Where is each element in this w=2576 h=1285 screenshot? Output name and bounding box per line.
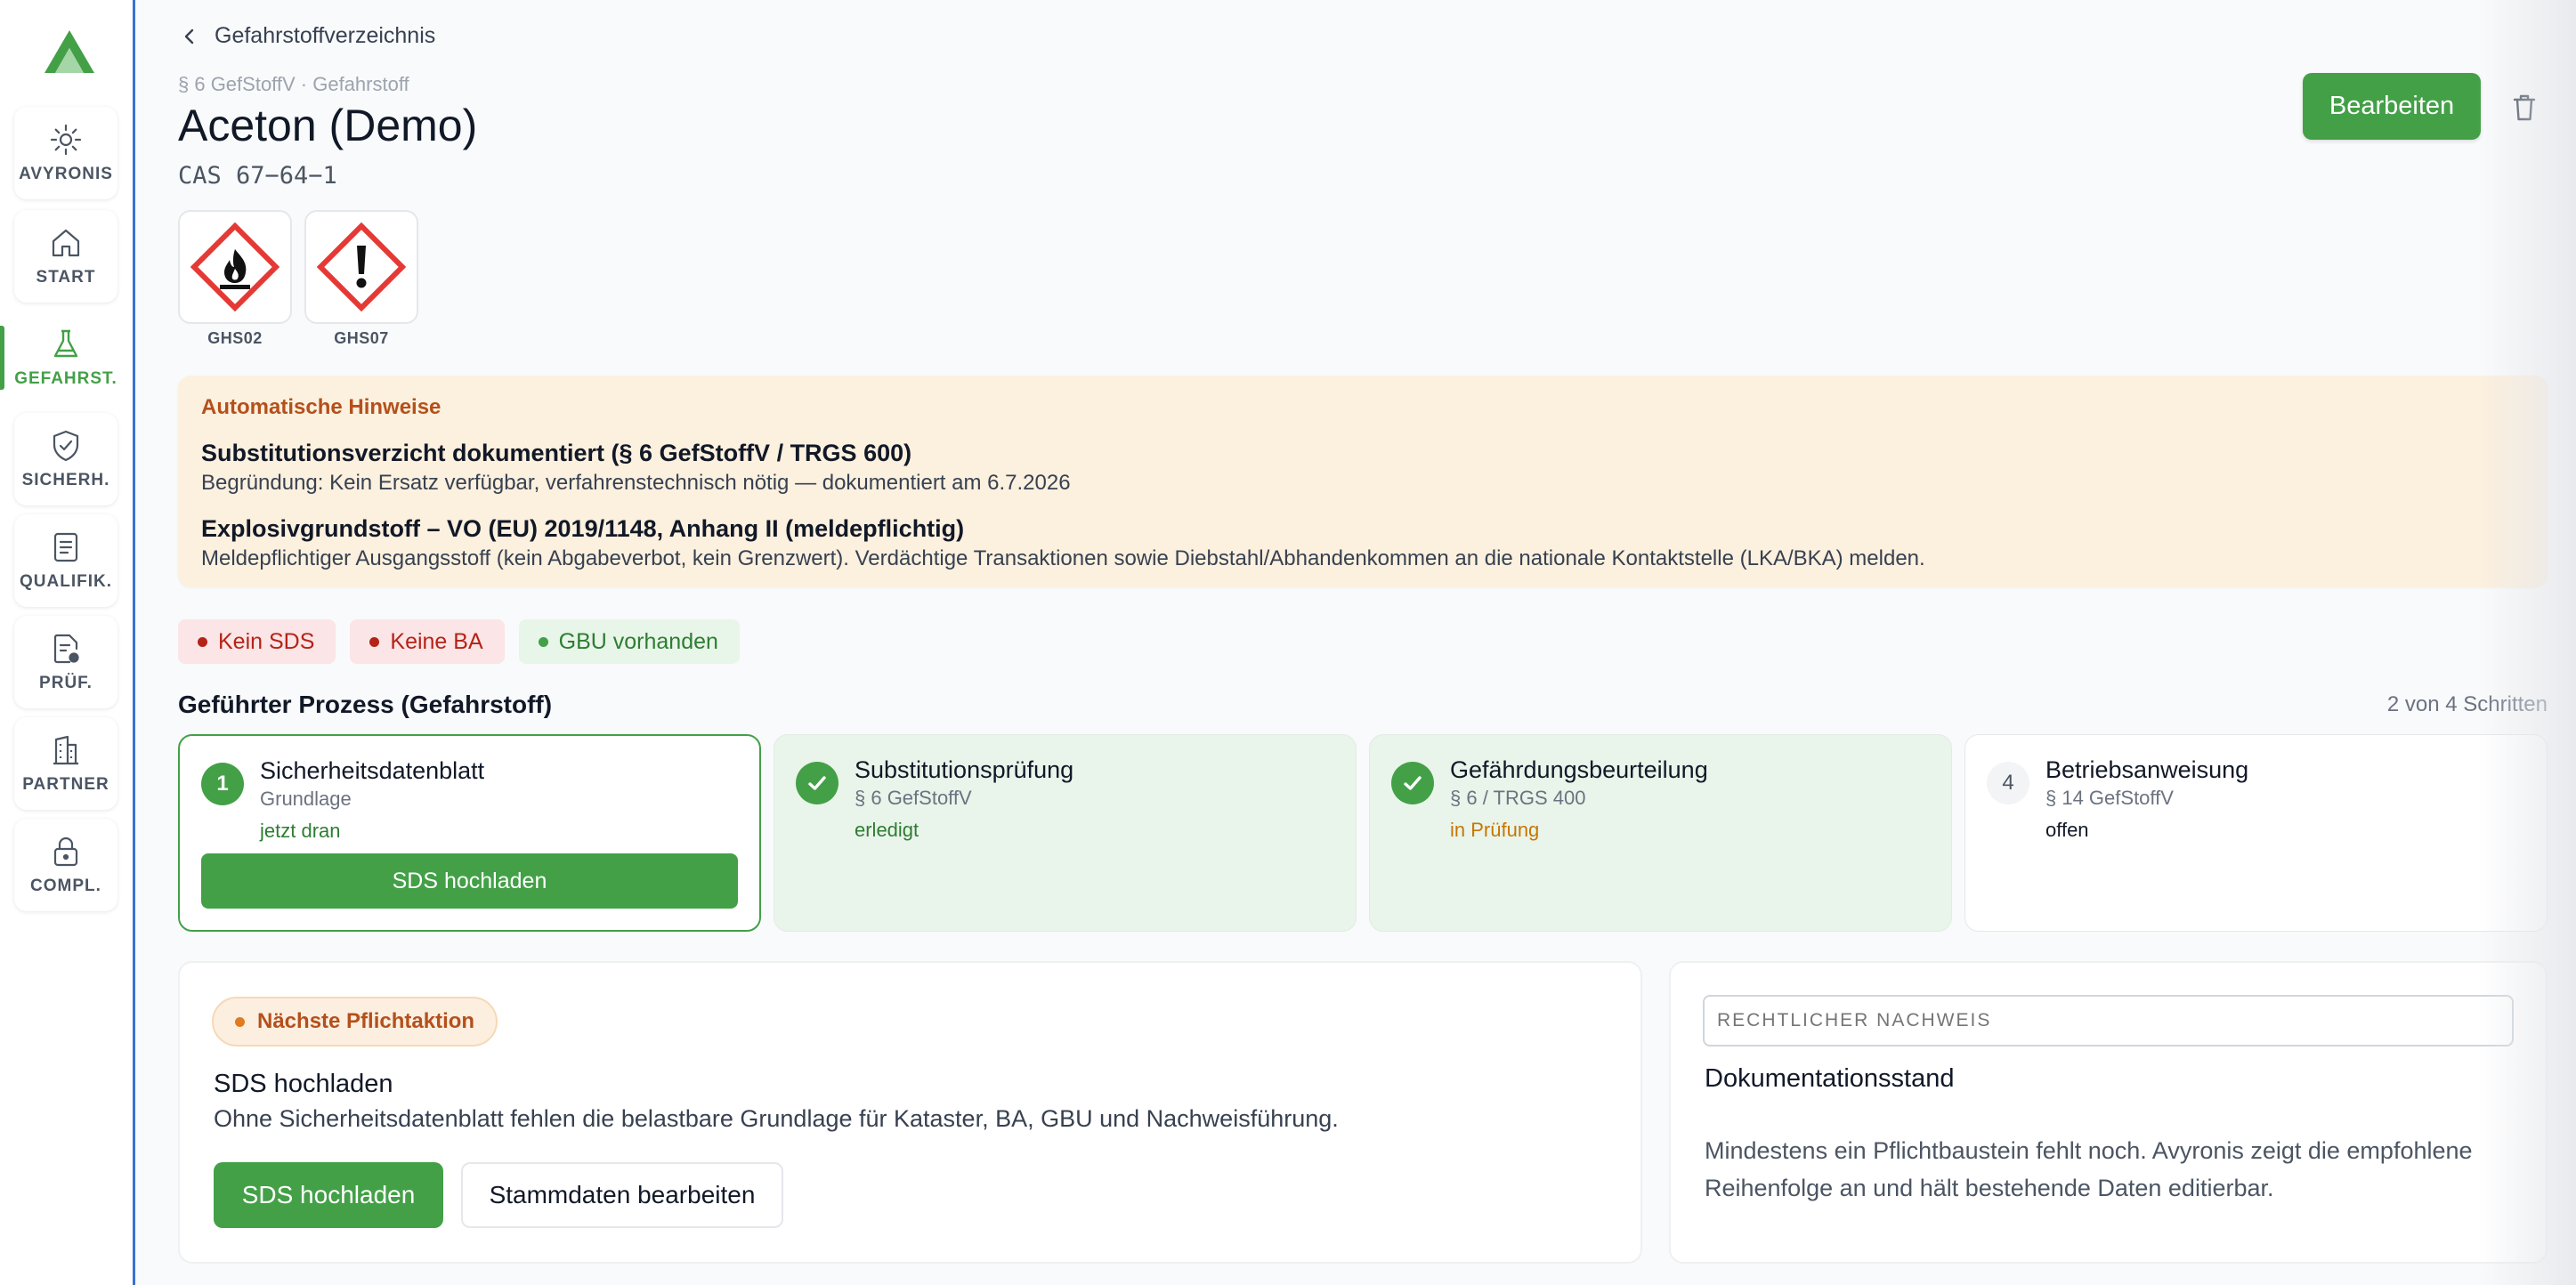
home-icon	[52, 229, 80, 257]
status-dot-icon	[369, 636, 380, 647]
document-gear-icon	[53, 634, 79, 664]
sun-icon	[50, 124, 82, 156]
sidebar-item-label: SICHERH.	[21, 471, 110, 489]
step-subtitle: § 6 GefStoffV	[855, 787, 972, 809]
lock-icon	[53, 836, 78, 867]
building-icon	[53, 735, 78, 765]
chevron-left-icon	[184, 28, 194, 44]
flame-pictogram-icon	[190, 222, 279, 311]
hint-text: Meldepflichtiger Ausgangsstoff (kein Abg…	[201, 546, 1925, 570]
step-subtitle: § 6 / TRGS 400	[1450, 787, 1586, 809]
step-subtitle: § 14 GefStoffV	[2045, 787, 2174, 809]
next-action-title: SDS hochladen	[214, 1070, 393, 1098]
cas-number: CAS 67−64−1	[178, 162, 337, 190]
hint-heading: Explosivgrundstoff – VO (EU) 2019/1148, …	[201, 515, 965, 542]
step-check-icon	[1391, 762, 1434, 804]
process-steps: 1 Sicherheitsdatenblatt Grundlage jetzt …	[178, 734, 2548, 932]
status-badges: Kein SDS Keine BA GBU vorhanden	[178, 619, 740, 664]
delete-button[interactable]	[2504, 87, 2545, 128]
step-name: Gefährdungsbeurteilung	[1450, 756, 1708, 783]
back-link[interactable]: Gefahrstoffverzeichnis	[181, 23, 435, 49]
sidebar-item-label: PRÜF.	[39, 674, 93, 692]
step-subtitle: Grundlage	[260, 788, 352, 810]
back-link-label: Gefahrstoffverzeichnis	[215, 23, 436, 48]
step-number: 4	[1987, 762, 2029, 804]
pictogram-code: GHS02	[207, 329, 263, 347]
status-badge-no-sds: Kein SDS	[178, 619, 336, 664]
sidebar-item-qualifikation[interactable]: QUALIFIK.	[14, 514, 117, 607]
step-check-icon	[796, 762, 838, 804]
sidebar-item-label: QUALIFIK.	[20, 572, 112, 591]
sidebar-item-label: PARTNER	[22, 775, 109, 794]
pictogram-ghs07: GHS07	[304, 210, 418, 348]
hint-item: Explosivgrundstoff – VO (EU) 2019/1148, …	[201, 515, 2524, 571]
process-title: Geführter Prozess (Gefahrstoff)	[178, 691, 553, 718]
shield-check-icon	[53, 430, 79, 462]
legal-description: Mindestens ein Pflichtbaustein fehlt noc…	[1705, 1137, 2473, 1201]
next-action-card: Nächste Pflichtaktion SDS hochladen Ohne…	[178, 961, 1642, 1264]
edit-button[interactable]: Bearbeiten	[2303, 73, 2481, 140]
status-badge-no-ba: Keine BA	[350, 619, 505, 664]
step-number: 1	[201, 763, 244, 805]
app-logo-icon[interactable]	[43, 28, 96, 75]
next-action-pill: Nächste Pflichtaktion	[212, 997, 498, 1047]
ghs-pictograms: GHS02 GHS07	[178, 210, 418, 348]
automatic-hints-panel: Automatische Hinweise Substitutionsverzi…	[178, 376, 2548, 587]
active-nav-indicator	[0, 326, 4, 390]
sidebar-item-label: COMPL.	[30, 877, 101, 895]
breadcrumb: § 6 GefStoffV · Gefahrstoff	[178, 73, 409, 95]
document-list-icon	[53, 532, 78, 562]
sidebar-item-pruefung[interactable]: PRÜF.	[14, 616, 117, 708]
sidebar-item-label: AVYRONIS	[19, 165, 113, 183]
page-title: Aceton (Demo)	[178, 101, 478, 150]
process-step-gbu[interactable]: Gefährdungsbeurteilung § 6 / TRGS 400 in…	[1369, 734, 1952, 932]
exclamation-pictogram-icon	[317, 222, 406, 311]
legal-title: Dokumentationsstand	[1705, 1064, 1955, 1093]
step-upload-sds-button[interactable]: SDS hochladen	[201, 853, 738, 909]
legal-evidence-card: Dokumentationsstand Mindestens ein Pflic…	[1669, 961, 2548, 1264]
step-name: Sicherheitsdatenblatt	[260, 757, 485, 784]
sidebar-item-gefahrstoffe[interactable]: GEFAHRST.	[14, 311, 117, 404]
trash-icon	[2513, 94, 2536, 121]
hints-title: Automatische Hinweise	[201, 395, 441, 419]
main-content: Gefahrstoffverzeichnis § 6 GefStoffV · G…	[138, 0, 2576, 1285]
sidebar-item-avyronis[interactable]: AVYRONIS	[14, 107, 117, 199]
hint-heading: Substitutionsverzicht dokumentiert (§ 6 …	[201, 440, 912, 466]
sidebar-item-label: GEFAHRST.	[14, 369, 117, 388]
step-state: jetzt dran	[260, 820, 341, 842]
step-state: erledigt	[855, 819, 919, 841]
sidebar-item-start[interactable]: START	[14, 210, 117, 303]
sidebar-item-label: START	[36, 268, 96, 287]
step-name: Substitutionsprüfung	[855, 756, 1074, 783]
step-state: offen	[2045, 819, 2089, 841]
status-dot-icon	[235, 1016, 245, 1027]
legal-evidence-field[interactable]	[1703, 995, 2514, 1047]
next-action-description: Ohne Sicherheitsdatenblatt fehlen die be…	[214, 1105, 1339, 1132]
pictogram-code: GHS07	[334, 329, 389, 347]
process-progress: 2 von 4 Schritten	[2386, 692, 2548, 716]
step-state: in Prüfung	[1450, 819, 1540, 841]
sidebar-item-compliance[interactable]: COMPL.	[14, 819, 117, 911]
process-step-sds[interactable]: 1 Sicherheitsdatenblatt Grundlage jetzt …	[178, 734, 761, 932]
status-dot-icon	[198, 636, 207, 647]
hint-item: Substitutionsverzicht dokumentiert (§ 6 …	[201, 440, 2524, 496]
upload-sds-button[interactable]: SDS hochladen	[214, 1162, 443, 1228]
status-dot-icon	[538, 636, 548, 647]
process-step-ba[interactable]: 4 Betriebsanweisung § 14 GefStoffV offen	[1964, 734, 2548, 932]
step-name: Betriebsanweisung	[2045, 756, 2249, 783]
process-step-substitution[interactable]: Substitutionsprüfung § 6 GefStoffV erled…	[774, 734, 1357, 932]
edit-master-data-button[interactable]: Stammdaten bearbeiten	[461, 1162, 783, 1228]
sidebar-item-sicherheit[interactable]: SICHERH.	[14, 413, 117, 505]
flask-icon	[53, 329, 78, 358]
sidebar-item-partner[interactable]: PARTNER	[14, 717, 117, 810]
hint-text: Begründung: Kein Ersatz verfügbar, verfa…	[201, 471, 1071, 495]
pictogram-ghs02: GHS02	[178, 210, 292, 348]
status-badge-gbu: GBU vorhanden	[518, 619, 740, 664]
sidebar: AVYRONIS START GEFAHRST. SICHERH. QUALIF…	[0, 0, 135, 1285]
